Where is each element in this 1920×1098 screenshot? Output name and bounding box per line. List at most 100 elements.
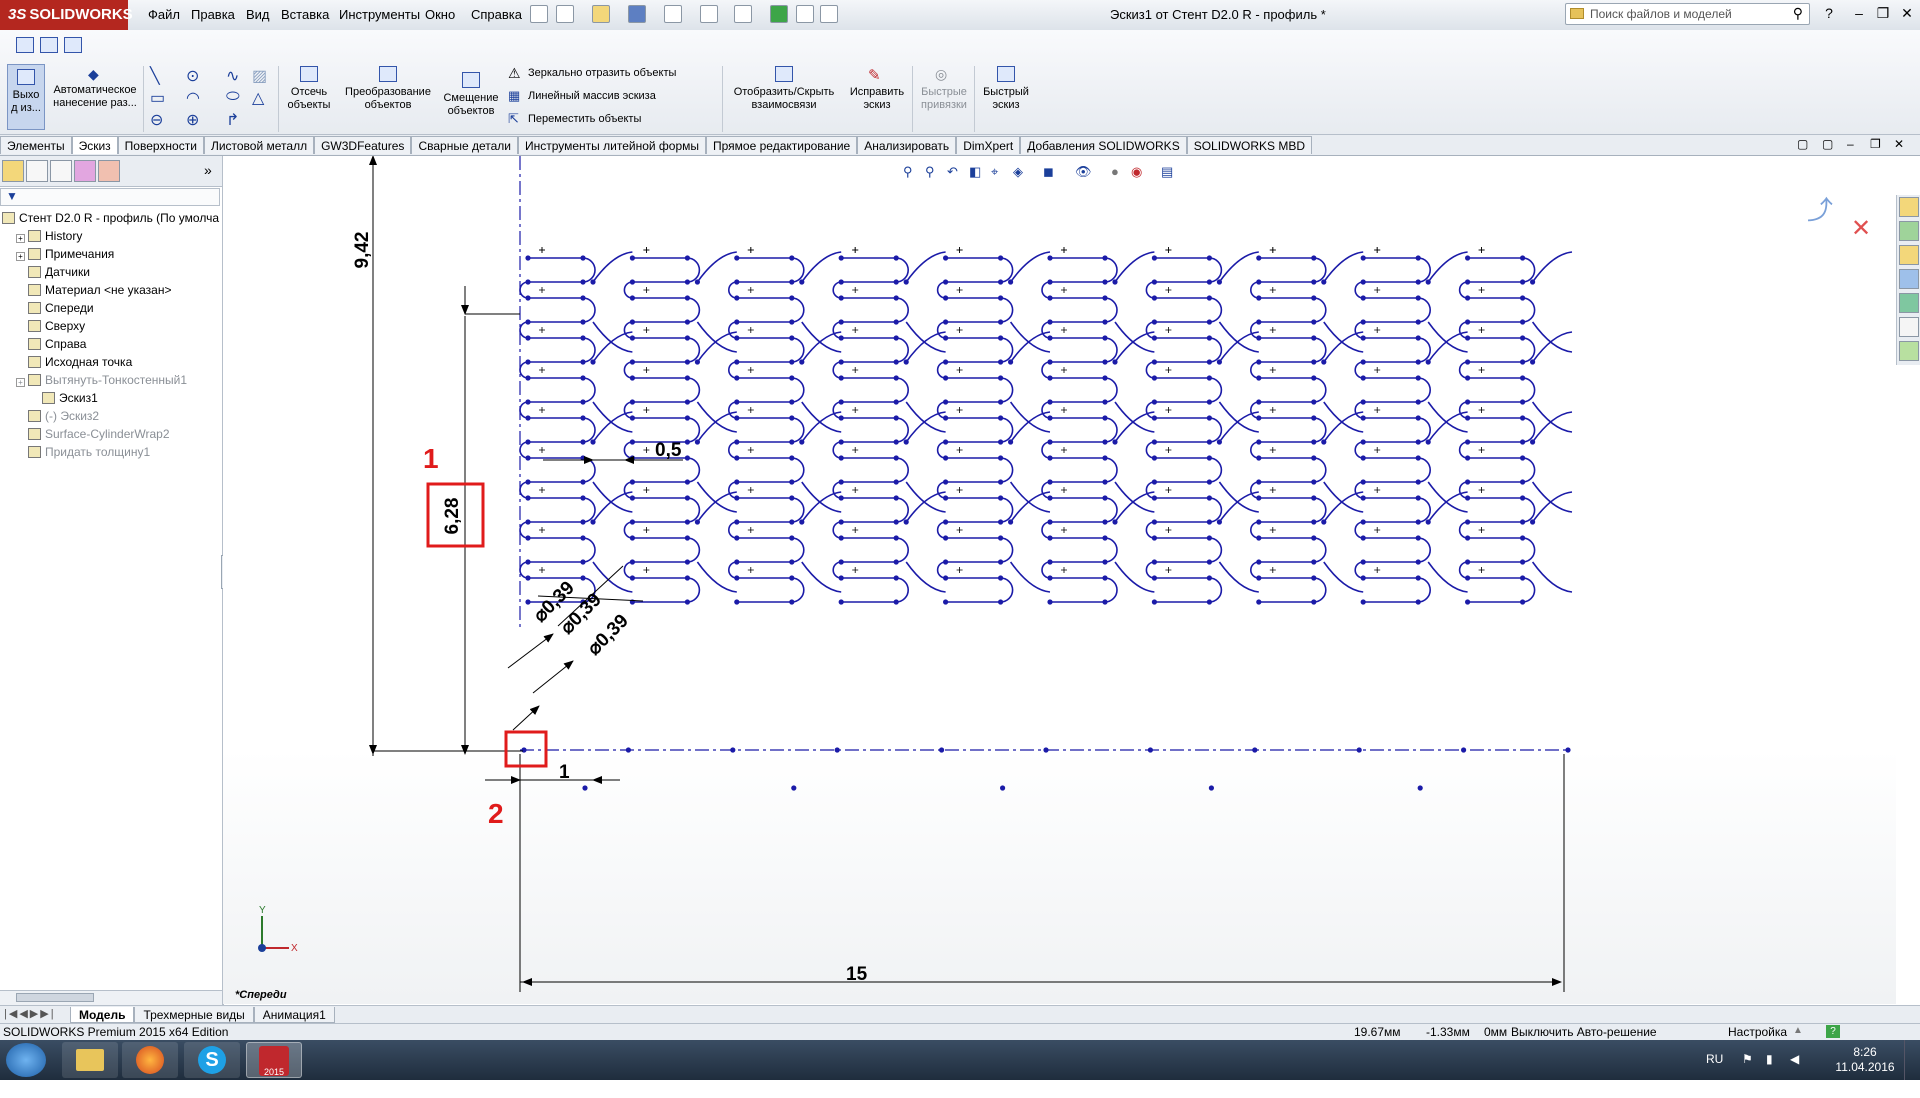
point-icon[interactable]: ⊕	[186, 110, 199, 130]
tree-item[interactable]: + Вытянуть-Тонкостенный1	[0, 371, 222, 389]
minimize-doc-icon[interactable]: –	[1847, 137, 1854, 151]
tab-5[interactable]: Сварные детали	[411, 136, 518, 154]
tree-item[interactable]: Surface-CylinderWrap2	[0, 425, 222, 443]
expand-icon[interactable]: +	[16, 234, 25, 243]
menu-tools[interactable]: Инструменты	[339, 7, 420, 22]
tree-filter[interactable]: ▼	[0, 188, 220, 206]
tab-11[interactable]: SOLIDWORKS MBD	[1186, 136, 1313, 154]
view-icon[interactable]	[40, 37, 58, 53]
line-icon[interactable]: ╲	[150, 66, 160, 86]
tab-0[interactable]: Элементы	[0, 136, 72, 154]
file-properties-icon[interactable]	[796, 5, 814, 23]
dim-cell-height[interactable]: 6,28	[442, 498, 463, 535]
tab-scroll-arrows[interactable]: |◀◀▶▶|	[4, 1007, 56, 1020]
options-icon[interactable]	[820, 5, 838, 23]
dim-width[interactable]: 15	[846, 964, 868, 985]
select-arrow-icon[interactable]	[734, 5, 752, 23]
bottom-tab-1[interactable]: Трехмерные виды	[134, 1007, 254, 1023]
tab-1[interactable]: Эскиз	[71, 136, 118, 154]
tab-10[interactable]: Добавления SOLIDWORKS	[1020, 136, 1187, 154]
tree-scrollbar[interactable]	[0, 990, 222, 1005]
repair-sketch-button[interactable]: ✎ Исправить эскиз	[844, 66, 910, 130]
menu-help[interactable]: Справка	[471, 7, 522, 22]
tile-icon[interactable]: ▢	[1797, 137, 1808, 151]
custom-properties-icon[interactable]	[1899, 317, 1919, 337]
menu-edit[interactable]: Правка	[191, 7, 235, 22]
property-manager-icon[interactable]	[26, 160, 48, 182]
tray-network-icon[interactable]: ▮	[1766, 1052, 1773, 1066]
view-icon[interactable]	[64, 37, 82, 53]
appearances-icon[interactable]	[1899, 293, 1919, 313]
explorer-app-icon[interactable]	[62, 1042, 118, 1078]
show-desktop-button[interactable]	[1904, 1040, 1920, 1080]
undo-icon[interactable]	[700, 5, 718, 23]
menu-file[interactable]: Файл	[148, 7, 180, 22]
circle-icon[interactable]: ⊙	[186, 66, 199, 86]
tile-icon[interactable]: ▢	[1822, 137, 1833, 151]
display-relations-button[interactable]: Отобразить/Скрыть взаимосвязи	[728, 66, 840, 130]
save-icon[interactable]	[628, 5, 646, 23]
tray-flag-icon[interactable]: ⚑	[1742, 1052, 1753, 1066]
expand-icon[interactable]: +	[16, 378, 25, 387]
dim-total-height[interactable]: 9,42	[352, 232, 373, 269]
quick-snaps-button[interactable]: ◎ Быстрые привязки	[916, 66, 972, 130]
tree-item[interactable]: Исходная точка	[0, 353, 222, 371]
firefox-app-icon[interactable]	[122, 1042, 178, 1078]
dim-one[interactable]: 1	[559, 762, 570, 783]
sketch-text-icon[interactable]: ▨	[252, 66, 267, 86]
tree-item[interactable]: + History	[0, 227, 222, 245]
tab-7[interactable]: Прямое редактирование	[706, 136, 858, 154]
file-explorer-icon[interactable]	[1899, 245, 1919, 265]
arc-icon[interactable]: ◠	[186, 88, 200, 108]
rebuild-icon[interactable]	[770, 5, 788, 23]
tree-item[interactable]: Сверху	[0, 317, 222, 335]
feature-tree-icon[interactable]	[2, 160, 24, 182]
search-box[interactable]: Поиск файлов и моделей ⚲	[1565, 3, 1810, 25]
expand-icon[interactable]: +	[16, 252, 25, 261]
help-icon[interactable]: ?	[1826, 1025, 1840, 1038]
exit-sketch-button[interactable]: Выхо д из...	[7, 64, 45, 130]
skype-app-icon[interactable]: S	[184, 1042, 240, 1078]
restore-icon[interactable]: ❐	[1872, 5, 1894, 22]
menu-insert[interactable]: Вставка	[281, 7, 329, 22]
new-document-icon[interactable]	[556, 5, 574, 23]
fillet-icon[interactable]: ↱	[226, 110, 239, 130]
tree-item[interactable]: (-) Эскиз2	[0, 407, 222, 425]
settings-menu[interactable]: Настройка	[1728, 1025, 1787, 1039]
design-library-icon[interactable]	[1899, 221, 1919, 241]
search-input[interactable]: Поиск файлов и моделей	[1590, 7, 1732, 21]
tree-item[interactable]: Придать толщину1	[0, 443, 222, 461]
bottom-tab-0[interactable]: Модель	[70, 1007, 135, 1023]
start-button-icon[interactable]	[6, 1043, 46, 1077]
ellipse-icon[interactable]: ⬭	[226, 88, 240, 106]
tree-item[interactable]: Справа	[0, 335, 222, 353]
language-indicator[interactable]: RU	[1706, 1052, 1723, 1066]
tab-8[interactable]: Анализировать	[857, 136, 957, 154]
tree-item[interactable]: Эскиз1	[0, 389, 222, 407]
restore-doc-icon[interactable]: ❐	[1870, 137, 1881, 151]
open-folder-icon[interactable]	[592, 5, 610, 23]
close-icon[interactable]: ✕	[1896, 5, 1918, 22]
tree-item[interactable]: Материал <не указан>	[0, 281, 222, 299]
move-entities-button[interactable]: ⇱ Переместить объекты	[506, 110, 716, 130]
minimize-icon[interactable]: –	[1848, 5, 1870, 21]
view-palette-icon[interactable]	[1899, 269, 1919, 289]
pin-icon[interactable]	[530, 5, 548, 23]
graphics-area[interactable]: ⚲ ⚲ ↶ ◧ ⌖ ◈ ◼ 👁 ● ◉ ▤ ⤴ ✕ 9,42 6,28 0,5 …	[223, 156, 1896, 1004]
convert-entities-button[interactable]: Преобразование объектов	[338, 66, 438, 130]
dropdown-arrow-icon[interactable]: ▲	[1793, 1025, 1803, 1036]
print-icon[interactable]	[664, 5, 682, 23]
close-doc-icon[interactable]: ✕	[1894, 137, 1904, 151]
linear-pattern-button[interactable]: ▦ Линейный массив эскиза	[506, 87, 716, 107]
slot-icon[interactable]: ⊖	[150, 110, 163, 130]
home-icon[interactable]	[1899, 197, 1919, 217]
rapid-sketch-button[interactable]: Быстрый эскиз	[978, 66, 1034, 130]
configuration-icon[interactable]	[50, 160, 72, 182]
polygon-icon[interactable]: △	[252, 88, 264, 108]
menu-window[interactable]: Окно	[425, 7, 455, 22]
system-clock[interactable]: 8:26 11.04.2016	[1835, 1045, 1895, 1075]
tree-item[interactable]: Спереди	[0, 299, 222, 317]
auto-dimension-button[interactable]: ◆ Автоматическое нанесение раз...	[50, 64, 140, 130]
tab-4[interactable]: GW3DFeatures	[314, 136, 412, 154]
forum-icon[interactable]	[1899, 341, 1919, 361]
